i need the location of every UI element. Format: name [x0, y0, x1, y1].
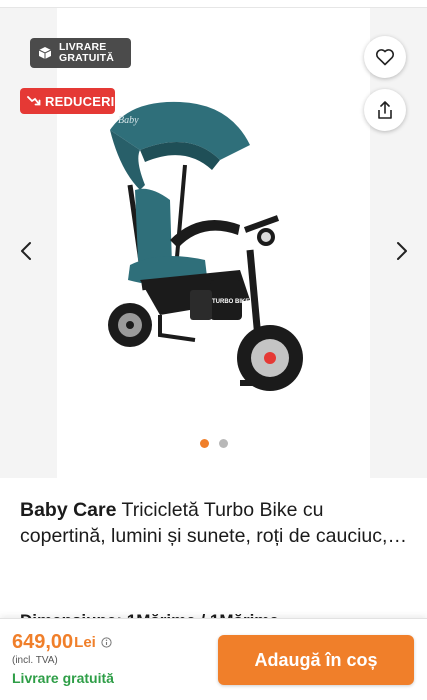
gallery-pagination — [0, 439, 427, 448]
purchase-bar: 649,00 Lei (incl. TVA) Livrare gratuită … — [0, 618, 427, 700]
heart-icon — [375, 49, 395, 66]
top-strip — [0, 0, 427, 8]
sale-label: REDUCERI — [45, 93, 115, 109]
price-currency: Lei — [74, 634, 96, 651]
free-delivery-label: LIVRARE GRATUITĂ — [59, 41, 115, 64]
favorite-button[interactable] — [364, 36, 406, 78]
info-icon[interactable] — [101, 637, 112, 648]
chevron-right-icon — [397, 242, 407, 260]
box-icon — [38, 47, 52, 59]
chevron-left-icon — [21, 242, 31, 260]
price: 649,00 Lei — [12, 631, 112, 654]
trend-down-icon — [27, 96, 41, 106]
product-page: Baby TURBO BIKE LIVRARE GRATUITĂ REDUCER… — [0, 0, 427, 700]
price-value: 649,00 — [12, 631, 74, 653]
share-button[interactable] — [364, 89, 406, 131]
sale-badge: REDUCERI — [20, 88, 115, 114]
vat-note: (incl. TVA) — [12, 655, 58, 666]
image-gallery[interactable]: Baby TURBO BIKE LIVRARE GRATUITĂ REDUCER… — [0, 8, 427, 478]
frame-decal: TURBO BIKE — [212, 299, 249, 305]
share-icon — [378, 101, 392, 119]
product-image: Baby TURBO BIKE — [108, 101, 303, 391]
canopy-decal: Baby — [118, 115, 139, 126]
free-shipping-label: Livrare gratuită — [12, 670, 114, 686]
product-brand[interactable]: Baby Care — [20, 499, 116, 521]
free-delivery-badge: LIVRARE GRATUITĂ — [30, 38, 131, 68]
previous-image-button[interactable] — [14, 236, 38, 266]
next-image-button[interactable] — [390, 236, 414, 266]
add-to-cart-button[interactable]: Adaugă în coș — [218, 635, 414, 685]
product-title: Baby Care Tricicletă Turbo Bike cu coper… — [20, 497, 410, 549]
pagination-dot[interactable] — [218, 439, 228, 448]
pagination-dot[interactable] — [199, 439, 209, 448]
